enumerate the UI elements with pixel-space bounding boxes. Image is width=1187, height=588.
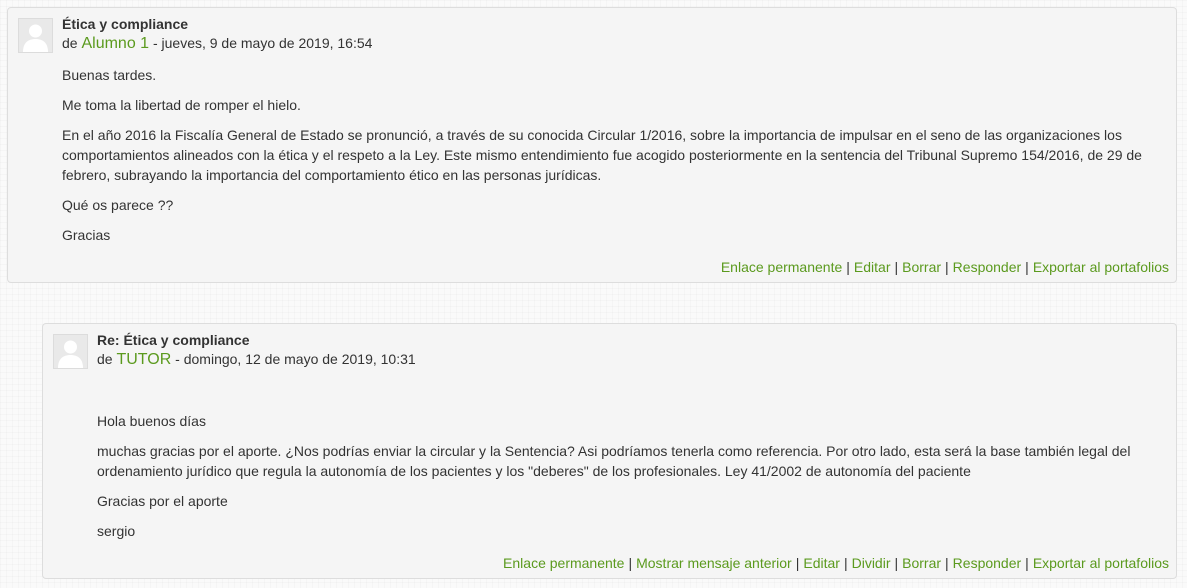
reply-link[interactable]: Responder bbox=[953, 555, 1022, 571]
delete-link[interactable]: Borrar bbox=[902, 555, 941, 571]
author-link[interactable]: Alumno 1 bbox=[81, 35, 149, 52]
post-paragraph: sergio bbox=[97, 523, 136, 539]
post-content: Hola buenos días muchas gracias por el a… bbox=[97, 411, 1166, 551]
forum-post-reply: Re: Ética y compliance de TUTOR - doming… bbox=[42, 323, 1177, 579]
separator: | bbox=[1025, 555, 1029, 571]
post-paragraph: Gracias bbox=[62, 227, 111, 243]
post-subject: Re: Ética y compliance bbox=[97, 332, 250, 348]
separator: | bbox=[843, 555, 848, 571]
export-portfolio-link[interactable]: Exportar al portafolios bbox=[1033, 259, 1169, 275]
edit-link[interactable]: Editar bbox=[854, 259, 891, 275]
post-paragraph: En el año 2016 la Fiscalía General de Es… bbox=[62, 127, 1142, 183]
user-avatar-icon[interactable] bbox=[53, 334, 88, 369]
post-author-line: de Alumno 1 - jueves, 9 de mayo de 2019,… bbox=[62, 35, 372, 53]
post-subject: Ética y compliance bbox=[62, 16, 189, 32]
by-prefix: de bbox=[62, 35, 78, 51]
reply-link[interactable]: Responder bbox=[953, 259, 1022, 275]
post-paragraph: Buenas tardes. bbox=[62, 67, 157, 83]
post-paragraph: muchas gracias por el aporte. ¿Nos podrí… bbox=[97, 443, 1131, 479]
post-commands: Enlace permanente | Mostrar mensaje anteri… bbox=[503, 555, 1169, 571]
show-parent-link[interactable]: Mostrar mensaje anterior bbox=[636, 555, 792, 571]
post-paragraph: Gracias por el aporte bbox=[97, 493, 228, 509]
split-link[interactable]: Dividir bbox=[852, 555, 891, 571]
separator: | bbox=[628, 555, 633, 571]
separator: | bbox=[945, 259, 949, 275]
author-link[interactable]: TUTOR bbox=[116, 351, 171, 368]
separator: | bbox=[795, 555, 800, 571]
post-paragraph: Me toma la libertad de romper el hielo. bbox=[62, 97, 301, 113]
post-paragraph: Qué os parece ?? bbox=[62, 197, 174, 213]
post-content: Buenas tardes. Me toma la libertad de ro… bbox=[62, 65, 1166, 255]
user-avatar-icon[interactable] bbox=[18, 18, 53, 53]
separator: | bbox=[894, 555, 899, 571]
post-date: - jueves, 9 de mayo de 2019, 16:54 bbox=[152, 35, 373, 51]
post-commands: Enlace permanente | Editar | Borrar | Responde… bbox=[721, 259, 1169, 275]
post-author-line: de TUTOR - domingo, 12 de mayo de 2019, … bbox=[97, 351, 416, 369]
delete-link[interactable]: Borrar bbox=[902, 259, 941, 275]
separator: | bbox=[1025, 259, 1029, 275]
separator: | bbox=[945, 555, 949, 571]
permalink-link[interactable]: Enlace permanente bbox=[721, 259, 842, 275]
export-portfolio-link[interactable]: Exportar al portafolios bbox=[1033, 555, 1169, 571]
separator: | bbox=[846, 259, 850, 275]
edit-link[interactable]: Editar bbox=[803, 555, 840, 571]
separator: | bbox=[894, 259, 899, 275]
by-prefix: de bbox=[97, 351, 113, 367]
post-paragraph: Hola buenos días bbox=[97, 413, 206, 429]
post-date: - domingo, 12 de mayo de 2019, 10:31 bbox=[175, 351, 416, 367]
forum-post: Ética y compliance de Alumno 1 - jueves,… bbox=[7, 7, 1177, 283]
permalink-link[interactable]: Enlace permanente bbox=[503, 555, 624, 571]
